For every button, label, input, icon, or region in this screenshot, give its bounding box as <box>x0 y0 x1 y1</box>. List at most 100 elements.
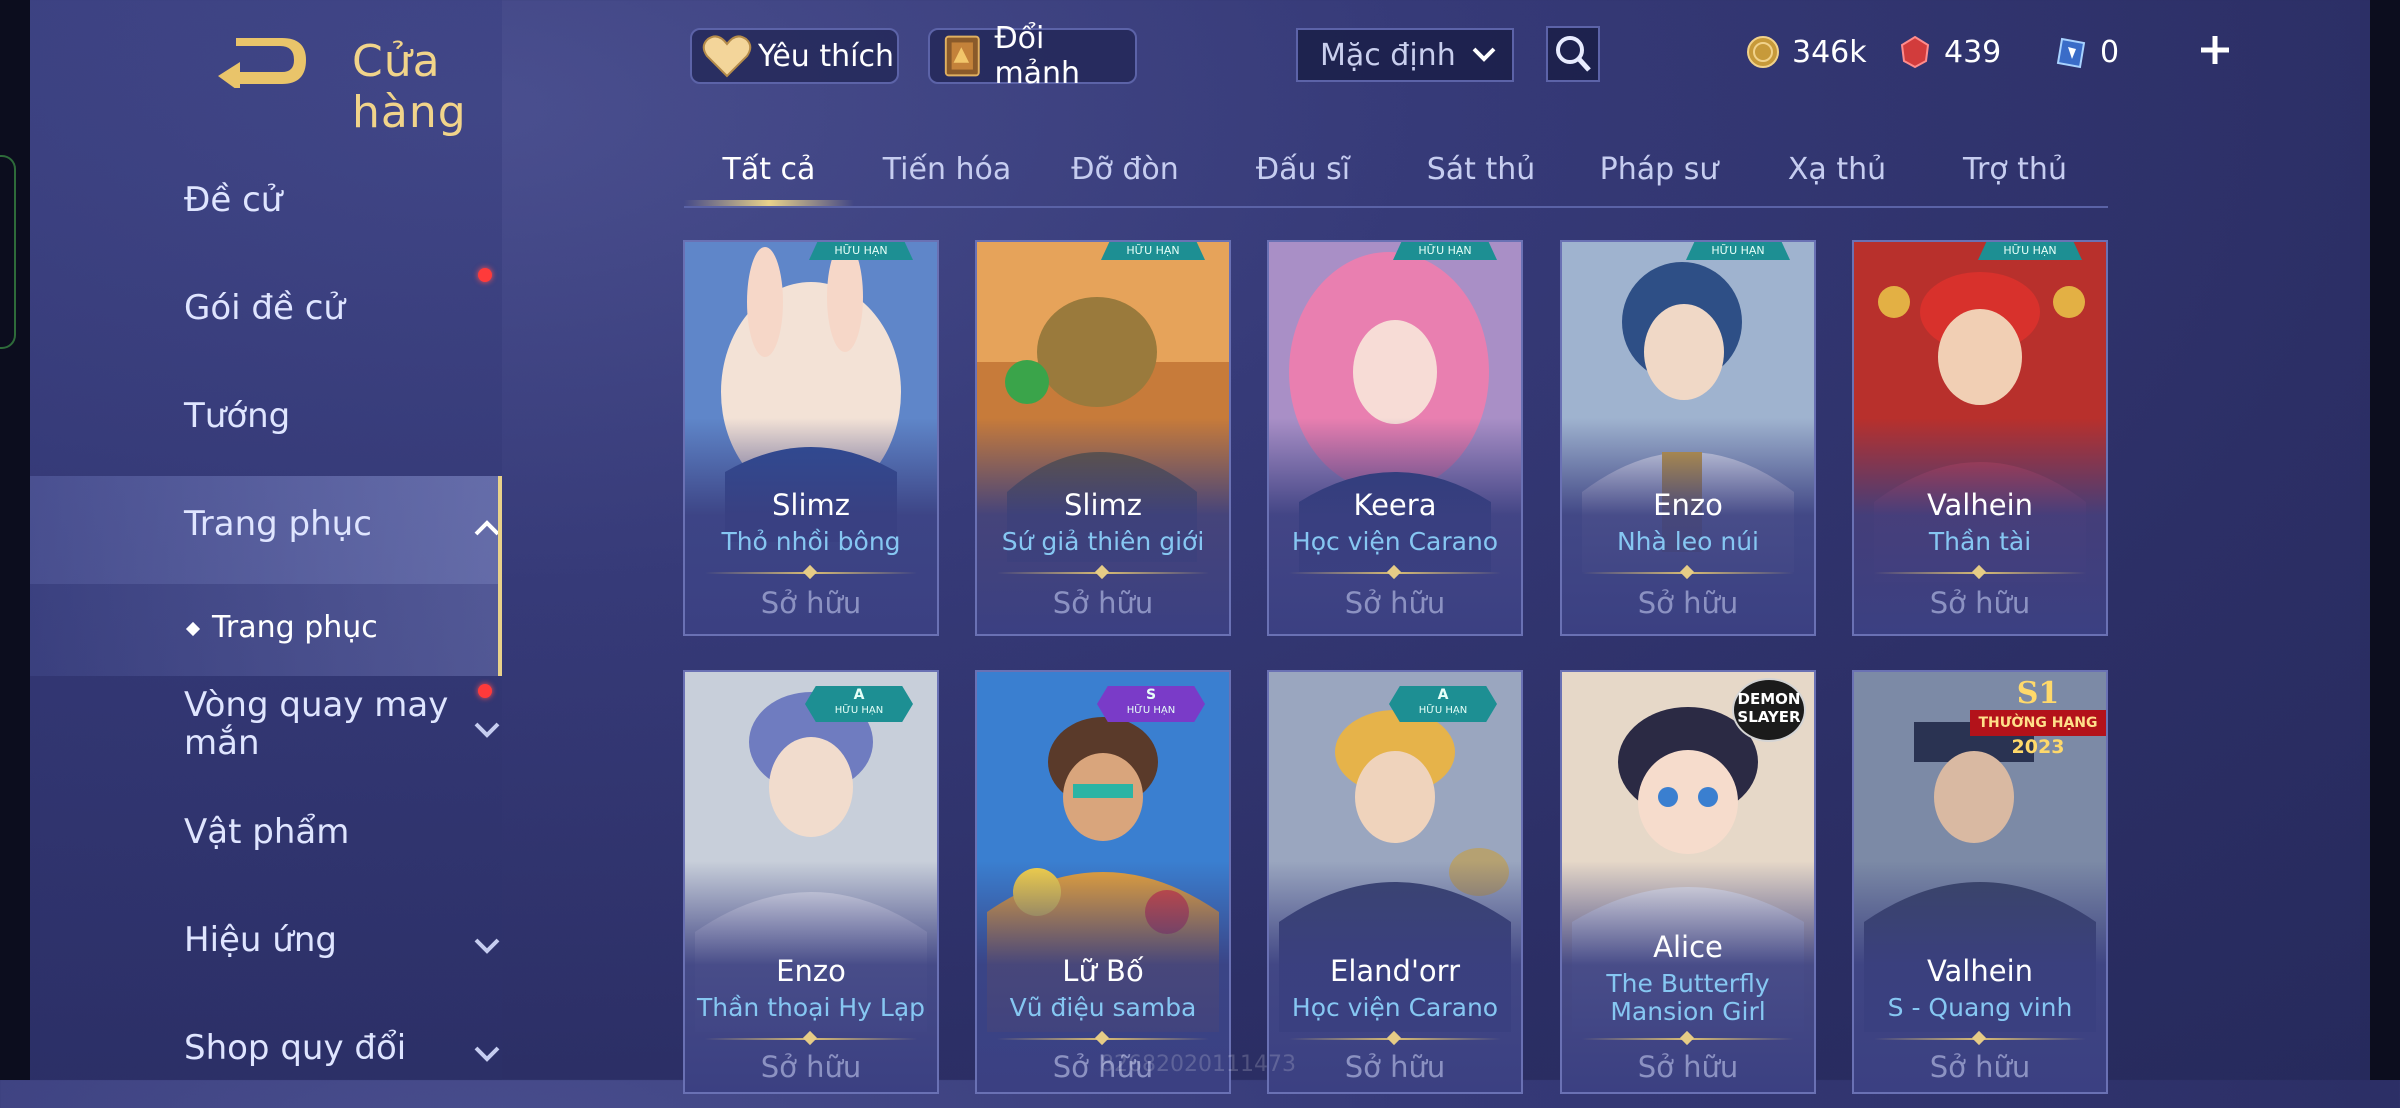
sidebar-item-label: Tướng <box>184 396 291 436</box>
edge-indicator <box>0 155 16 349</box>
sidebar-item-label: Shop quy đổi <box>184 1028 407 1068</box>
hero-name: Lữ Bố <box>1062 954 1144 988</box>
tab-fighter[interactable]: Đấu sĩ <box>1218 152 1388 187</box>
screen-edge-right <box>2370 0 2400 1080</box>
tier-badge: S HỮU HẠN <box>1097 686 1205 722</box>
search-button[interactable] <box>1546 26 1600 82</box>
skin-name: Vũ điệu samba <box>1009 993 1197 1022</box>
skin-card[interactable]: A HỮU HẠN Enzo Thần thoại Hy Lạp Sở hữu <box>683 670 939 1094</box>
back-arrow-icon <box>218 38 306 92</box>
ownership-status: Sở hữu <box>1637 586 1739 620</box>
card-divider <box>1874 572 2086 574</box>
add-currency-button[interactable] <box>2196 26 2234 74</box>
rank-ribbon: THƯỜNG HẠNG <box>1970 710 2106 736</box>
sidebar-item-label: Vật phẩm <box>184 812 350 852</box>
search-icon <box>1556 36 1591 72</box>
sidebar-item-label: Trang phục <box>184 504 372 544</box>
tab-marksman[interactable]: Xạ thủ <box>1752 152 1922 187</box>
sidebar-item-items[interactable]: Vật phẩm <box>30 784 502 892</box>
tab-all[interactable]: Tất cả <box>684 152 854 187</box>
skin-name: Nhà leo núi <box>1616 527 1760 556</box>
ownership-status: Sở hữu <box>1344 586 1446 620</box>
skin-card[interactable]: HỮU HẠN Slimz Sứ giả thiên giới Sở hữu <box>975 240 1231 636</box>
ticket-counter: 0 <box>2054 30 2119 74</box>
sidebar-item-heroes[interactable]: Tướng <box>30 368 502 476</box>
sort-dropdown[interactable]: Mặc định <box>1296 28 1514 82</box>
skin-card[interactable]: DEMON SLAYER Alice The Butterfly Mansion… <box>1560 670 1816 1094</box>
card-divider <box>705 572 917 574</box>
skin-card[interactable]: HỮU HẠN Keera Học viện Carano Sở hữu <box>1267 240 1523 636</box>
hero-name: Eland'orr <box>1330 954 1460 988</box>
card-divider <box>1874 1038 2086 1040</box>
hero-name: Slimz <box>772 488 850 522</box>
limited-label: HỮU HẠN <box>1126 705 1176 716</box>
sidebar-subitem-label: Trang phục <box>212 610 378 645</box>
hero-name: Alice <box>1653 930 1723 964</box>
limited-badge: HỮU HẠN <box>1686 242 1790 260</box>
tab-tank[interactable]: Đỡ đòn <box>1040 152 1210 187</box>
hero-name: Enzo <box>1653 488 1723 522</box>
skin-name: The Butterfly Mansion Girl <box>1606 969 1770 1026</box>
sidebar-item-label: Vòng quay may mắn <box>184 685 449 763</box>
sidebar-item-skins[interactable]: Trang phục <box>30 476 502 584</box>
limited-badge: HỮU HẠN <box>809 242 913 260</box>
tier-letter: A <box>853 687 865 703</box>
sidebar-item-recommended-packs[interactable]: Gói đề cử <box>30 260 502 368</box>
skin-card[interactable]: S1 THƯỜNG HẠNG 2023 Valhein S - Quang vi… <box>1852 670 2108 1094</box>
page-title: Cửa hàng <box>352 36 467 138</box>
notification-dot <box>478 684 492 698</box>
sidebar-item-recommended[interactable]: Đề cử <box>30 152 502 260</box>
sidebar-subitem-skins[interactable]: Trang phục <box>30 584 502 676</box>
back-button[interactable] <box>210 32 310 92</box>
sidebar-item-lucky-spin[interactable]: Vòng quay may mắn <box>30 676 502 784</box>
sidebar-item-label: Đề cử <box>184 180 283 220</box>
hero-name: Slimz <box>1064 488 1142 522</box>
card-divider <box>997 1038 1209 1040</box>
tab-support[interactable]: Trợ thủ <box>1930 152 2100 187</box>
skin-card[interactable]: A HỮU HẠN Eland'orr Học viện Carano Sở h… <box>1267 670 1523 1094</box>
skin-name: Học viện Carano <box>1291 993 1499 1022</box>
limited-badge: HỮU HẠN <box>1393 242 1497 260</box>
skin-card[interactable]: HỮU HẠN Valhein Thần tài Sở hữu <box>1852 240 2108 636</box>
plus-icon <box>2201 36 2229 64</box>
skin-card[interactable]: HỮU HẠN Enzo Nhà leo núi Sở hữu <box>1560 240 1816 636</box>
tab-mage[interactable]: Pháp sư <box>1574 152 1744 187</box>
favorite-label: Yêu thích <box>758 38 894 74</box>
tier-badge: A HỮU HẠN <box>805 686 913 722</box>
ownership-status: Sở hữu <box>1929 586 2031 620</box>
card-divider <box>1582 1038 1794 1040</box>
ownership-status: Sở hữu <box>1052 586 1154 620</box>
hero-name: Valhein <box>1926 488 2034 522</box>
favorite-button[interactable]: Yêu thích <box>690 28 899 84</box>
tier-letter: S <box>1145 687 1157 703</box>
sidebar-item-effects[interactable]: Hiệu ứng <box>30 892 502 1000</box>
rank-year: 2023 <box>2011 736 2065 758</box>
bullet-diamond-icon <box>185 621 201 637</box>
sidebar-item-exchange-shop[interactable]: Shop quy đổi <box>30 1000 502 1108</box>
collab-badge: DEMON SLAYER <box>1732 678 1806 742</box>
chevron-down-icon <box>474 938 500 954</box>
card-divider <box>997 572 1209 574</box>
chevron-down-icon <box>474 1046 500 1062</box>
skin-name: Thần thoại Hy Lạp <box>696 993 926 1022</box>
role-tabs: Tất cả Tiến hóa Đỡ đòn Đấu sĩ Sát thủ Ph… <box>684 140 2108 208</box>
notification-dot <box>478 268 492 282</box>
tier-letter: A <box>1437 687 1449 703</box>
tab-evolution[interactable]: Tiến hóa <box>862 152 1032 187</box>
skin-card[interactable]: HỮU HẠN Slimz Thỏ nhồi bông Sở hữu <box>683 240 939 636</box>
limited-badge: HỮU HẠN <box>1101 242 1205 260</box>
skin-card[interactable]: S HỮU HẠN Lữ Bố Vũ điệu samba Sở hữu <box>975 670 1231 1094</box>
tab-assassin[interactable]: Sát thủ <box>1396 152 1566 187</box>
hero-name: Keera <box>1353 488 1437 522</box>
limited-badge: HỮU HẠN <box>1978 242 2082 260</box>
skin-name: Thỏ nhồi bông <box>721 527 901 556</box>
exchange-shards-button[interactable]: Đổi mảnh <box>928 21 1137 91</box>
ruby-gem-icon <box>1900 35 1930 69</box>
ticket-icon <box>2056 37 2086 69</box>
card-shard-icon <box>944 35 980 77</box>
tier-badge: A HỮU HẠN <box>1389 686 1497 722</box>
ownership-status: Sở hữu <box>1637 1050 1739 1084</box>
gold-coin-icon <box>1747 36 1779 68</box>
limited-label: HỮU HẠN <box>1418 705 1468 716</box>
active-tab-indicator <box>684 200 854 206</box>
